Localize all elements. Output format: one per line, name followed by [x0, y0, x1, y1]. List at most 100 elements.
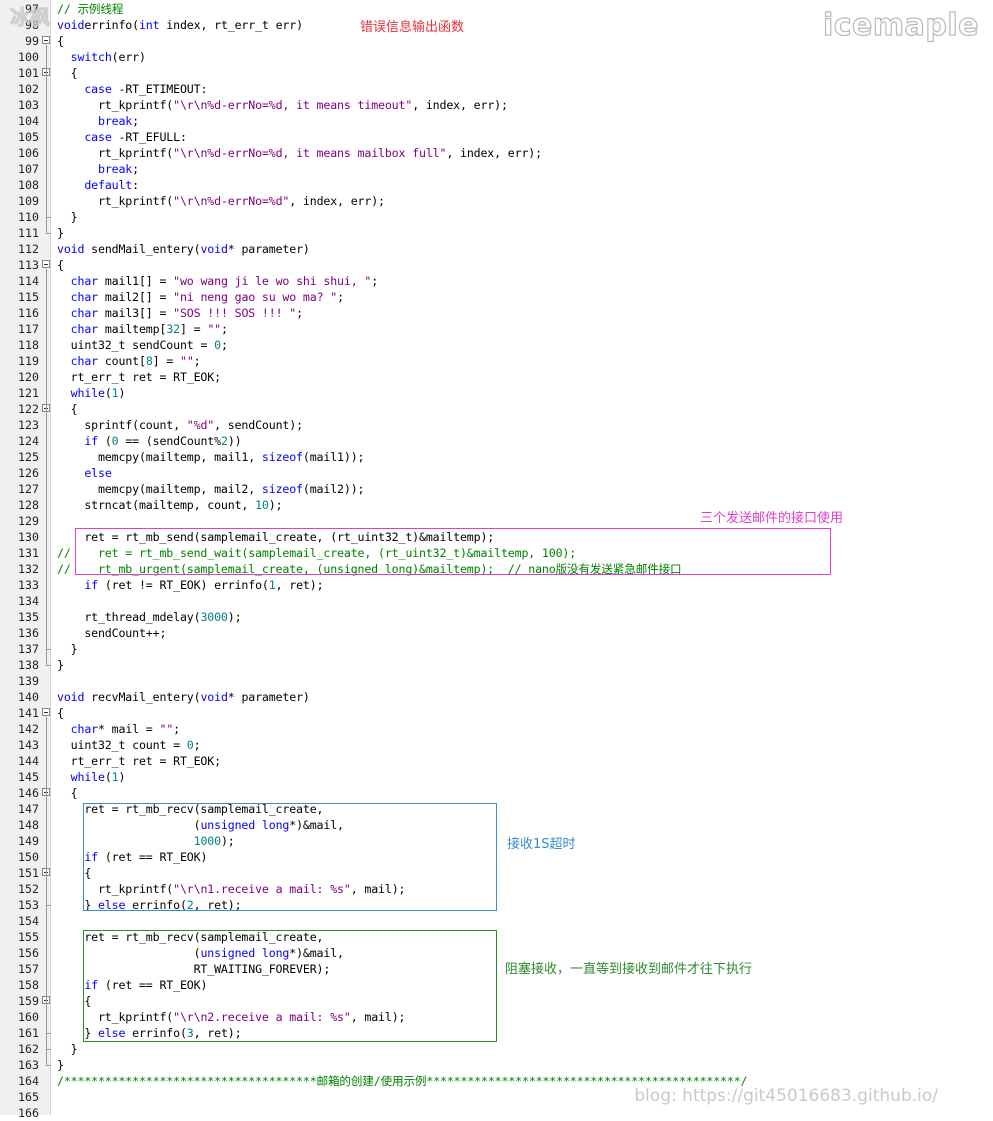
- line-number: 104: [18, 114, 39, 128]
- code-token: char: [70, 306, 98, 320]
- code-line[interactable]: 117 char mailtemp[32] = "";: [0, 321, 993, 337]
- code-line[interactable]: 124 if (0 == (sendCount%2)): [0, 433, 993, 449]
- code-token: ): [118, 770, 126, 784]
- code-token: , sendCount);: [214, 418, 303, 432]
- code-line[interactable]: 146 {: [0, 785, 993, 801]
- code-token: rt_thread_mdelay(: [57, 610, 201, 624]
- code-line[interactable]: 107 break;: [0, 161, 993, 177]
- code-text: rt_err_t ret = RT_EOK;: [57, 369, 221, 385]
- code-line[interactable]: 136 sendCount++;: [0, 625, 993, 641]
- code-text: strncat(mailtemp, count, 10);: [57, 497, 282, 513]
- code-line[interactable]: 128 strncat(mailtemp, count, 10);: [0, 497, 993, 513]
- fold-collapse-icon[interactable]: [42, 36, 50, 44]
- code-line[interactable]: 119 char count[8] = "";: [0, 353, 993, 369]
- code-line[interactable]: 111}: [0, 225, 993, 241]
- code-line[interactable]: 122 {: [0, 401, 993, 417]
- code-line[interactable]: 120 rt_err_t ret = RT_EOK;: [0, 369, 993, 385]
- code-line[interactable]: 166: [0, 1105, 993, 1121]
- code-text: while(1): [57, 769, 126, 785]
- code-text: if (0 == (sendCount%2)): [57, 433, 241, 449]
- code-line[interactable]: 112 void sendMail_entery(void* parameter): [0, 241, 993, 257]
- code-line[interactable]: 113 {: [0, 257, 993, 273]
- code-token: 3000: [200, 610, 228, 624]
- code-line[interactable]: 114 char mail1[] = "wo wang ji le wo shi…: [0, 273, 993, 289]
- code-line[interactable]: 162 }: [0, 1041, 993, 1057]
- code-text: case -RT_EFULL:: [57, 129, 187, 145]
- code-token: // 示例线程: [57, 2, 124, 16]
- code-line[interactable]: 135 rt_thread_mdelay(3000);: [0, 609, 993, 625]
- code-token: ;: [173, 722, 180, 736]
- code-editor[interactable]: 97// 示例线程 98 voiderrinfo(int index, rt_err…: [0, 0, 993, 1120]
- line-number: 157: [18, 962, 39, 976]
- code-line[interactable]: 108 default:: [0, 177, 993, 193]
- code-token: sizeof: [261, 482, 303, 496]
- code-text: rt_kprintf("\r\n%d-errNo=%d", index, err…: [57, 193, 385, 209]
- code-token: }: [57, 642, 78, 656]
- line-number: 155: [18, 930, 39, 944]
- code-token: 8: [145, 354, 153, 368]
- line-number: 143: [18, 738, 39, 752]
- code-token: "\r\n%d-errNo=%d, it means mailbox full": [173, 146, 447, 160]
- code-line[interactable]: 105 case -RT_EFULL:: [0, 129, 993, 145]
- code-line[interactable]: 142 char* mail = "";: [0, 721, 993, 737]
- code-line[interactable]: 138}: [0, 657, 993, 673]
- code-line[interactable]: 103 rt_kprintf("\r\n%d-errNo=%d, it mean…: [0, 97, 993, 113]
- code-line[interactable]: 118 uint32_t sendCount = 0;: [0, 337, 993, 353]
- code-token: rt_err_t ret = RT_EOK;: [57, 754, 221, 768]
- code-token: 0: [214, 338, 221, 352]
- recv-block-annotation: 阻塞接收，一直等到接收到邮件才往下执行: [505, 962, 753, 977]
- code-line[interactable]: 126 else: [0, 465, 993, 481]
- code-line[interactable]: 139: [0, 673, 993, 689]
- code-text: }: [57, 209, 78, 225]
- blog-watermark: blog: https://git45016683.github.io/: [634, 1086, 938, 1106]
- code-line[interactable]: 133 if (ret != RT_EOK) errinfo(1, ret);: [0, 577, 993, 593]
- code-line[interactable]: 163}: [0, 1057, 993, 1073]
- code-line[interactable]: 102 case -RT_ETIMEOUT:: [0, 81, 993, 97]
- code-line[interactable]: 121 while(1): [0, 385, 993, 401]
- code-token: switch: [70, 50, 112, 64]
- code-line[interactable]: 140 void recvMail_entery(void* parameter): [0, 689, 993, 705]
- code-text: rt_kprintf("\r\n%d-errNo=%d, it means ti…: [57, 97, 508, 113]
- code-line[interactable]: 100 switch(err): [0, 49, 993, 65]
- code-line[interactable]: 154: [0, 913, 993, 929]
- code-line[interactable]: 109 rt_kprintf("\r\n%d-errNo=%d", index,…: [0, 193, 993, 209]
- fold-collapse-icon[interactable]: [42, 708, 50, 716]
- code-line[interactable]: 141 {: [0, 705, 993, 721]
- code-line[interactable]: 137 }: [0, 641, 993, 657]
- code-text: rt_kprintf("\r\n%d-errNo=%d, it means ma…: [57, 145, 542, 161]
- code-token: "": [179, 354, 194, 368]
- code-text: {: [57, 33, 64, 49]
- code-line[interactable]: 123 sprintf(count, "%d", sendCount);: [0, 417, 993, 433]
- code-line[interactable]: 144 rt_err_t ret = RT_EOK;: [0, 753, 993, 769]
- line-number: 112: [18, 242, 39, 256]
- line-number: 139: [18, 674, 39, 688]
- code-text: }: [57, 1057, 64, 1073]
- code-token: rt_kprintf(: [57, 194, 174, 208]
- code-token: rt_kprintf(: [57, 98, 174, 112]
- code-token: while: [70, 386, 105, 400]
- code-line[interactable]: 116 char mail3[] = "SOS !!! SOS !!! ";: [0, 305, 993, 321]
- code-line[interactable]: 129: [0, 513, 993, 529]
- line-number: 123: [18, 418, 39, 432]
- code-token: case: [84, 82, 112, 96]
- code-line[interactable]: 134: [0, 593, 993, 609]
- code-line[interactable]: 101 {: [0, 65, 993, 81]
- code-text: char mailtemp[32] = "";: [57, 321, 228, 337]
- code-line[interactable]: 110 }: [0, 209, 993, 225]
- code-line[interactable]: 106 rt_kprintf("\r\n%d-errNo=%d, it mean…: [0, 145, 993, 161]
- code-line[interactable]: 145 while(1): [0, 769, 993, 785]
- code-line[interactable]: 127 memcpy(mailtemp, mail2, sizeof(mail2…: [0, 481, 993, 497]
- code-line[interactable]: 104 break;: [0, 113, 993, 129]
- code-line[interactable]: 143 uint32_t count = 0;: [0, 737, 993, 753]
- line-number: 140: [18, 690, 39, 704]
- line-number: 136: [18, 626, 39, 640]
- code-line[interactable]: 125 memcpy(mailtemp, mail1, sizeof(mail1…: [0, 449, 993, 465]
- code-line[interactable]: 115 char mail2[] = "ni neng gao su wo ma…: [0, 289, 993, 305]
- code-token: "ni neng gao su wo ma? ": [173, 290, 338, 304]
- code-token: ;: [296, 306, 303, 320]
- fold-collapse-icon[interactable]: [42, 260, 50, 268]
- code-token: ;: [132, 114, 139, 128]
